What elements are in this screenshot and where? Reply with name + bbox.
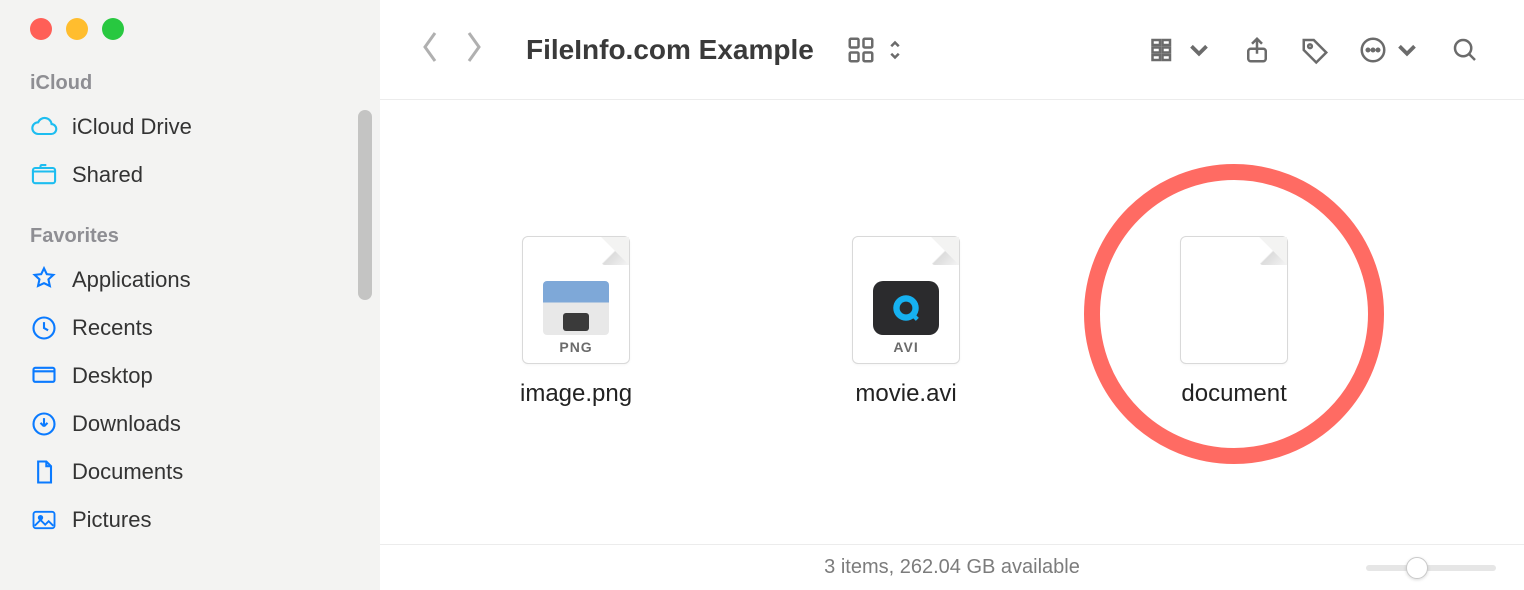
- minimize-window-button[interactable]: [66, 18, 88, 40]
- action-menu-button[interactable]: [1344, 35, 1436, 65]
- pictures-icon: [30, 506, 58, 534]
- sidebar-item-applications[interactable]: Applications: [0, 256, 380, 304]
- sidebar: iCloud iCloud Drive Shared Favorites App…: [0, 0, 380, 590]
- shared-folder-icon: [30, 161, 58, 189]
- group-icon: [1150, 35, 1180, 65]
- folder-title: FileInfo.com Example: [526, 34, 814, 66]
- status-bar: 3 items, 262.04 GB available: [380, 544, 1524, 590]
- sidebar-section-label-favorites: Favorites: [0, 217, 380, 256]
- file-item-movie[interactable]: AVI movie.avi: [852, 236, 960, 408]
- quicktime-thumbnail-icon: [873, 281, 939, 335]
- cloud-icon: [30, 113, 58, 141]
- sidebar-item-pictures[interactable]: Pictures: [0, 496, 380, 544]
- sidebar-item-label: Downloads: [72, 411, 181, 437]
- status-text: 3 items, 262.04 GB available: [824, 556, 1080, 579]
- chevron-right-icon: [460, 27, 486, 67]
- documents-icon: [30, 458, 58, 486]
- file-item-document[interactable]: document: [1180, 236, 1288, 408]
- toolbar: FileInfo.com Example: [380, 0, 1524, 100]
- window-controls: [0, 18, 380, 64]
- chevron-down-icon: [1184, 35, 1214, 65]
- file-item-image[interactable]: PNG image.png: [520, 236, 632, 408]
- group-by-button[interactable]: [1136, 35, 1228, 65]
- downloads-icon: [30, 410, 58, 438]
- back-button[interactable]: [410, 27, 452, 72]
- file-icon-png: PNG: [522, 236, 630, 364]
- sidebar-item-desktop[interactable]: Desktop: [0, 352, 380, 400]
- tags-button[interactable]: [1286, 35, 1344, 65]
- file-icon-blank: [1180, 236, 1288, 364]
- share-icon: [1242, 35, 1272, 65]
- preview-thumbnail-icon: [543, 281, 609, 335]
- file-grid[interactable]: PNG image.png AVI movie.avi docume: [380, 100, 1524, 544]
- grid-view-icon: [846, 35, 876, 65]
- ellipsis-circle-icon: [1358, 35, 1388, 65]
- main-panel: FileInfo.com Example: [380, 0, 1524, 590]
- sidebar-scrollbar[interactable]: [358, 110, 372, 300]
- close-window-button[interactable]: [30, 18, 52, 40]
- file-type-badge: AVI: [893, 339, 918, 363]
- sidebar-item-downloads[interactable]: Downloads: [0, 400, 380, 448]
- file-type-badge: PNG: [559, 339, 592, 363]
- chevron-down-icon: [1392, 35, 1422, 65]
- share-button[interactable]: [1228, 35, 1286, 65]
- sidebar-item-label: Applications: [72, 267, 191, 293]
- recents-icon: [30, 314, 58, 342]
- view-options-button[interactable]: [832, 35, 924, 65]
- icon-size-slider[interactable]: [1366, 565, 1496, 571]
- sidebar-item-label: Recents: [72, 315, 153, 341]
- sidebar-item-documents[interactable]: Documents: [0, 448, 380, 496]
- applications-icon: [30, 266, 58, 294]
- desktop-icon: [30, 362, 58, 390]
- sidebar-item-recents[interactable]: Recents: [0, 304, 380, 352]
- file-name-label: document: [1181, 380, 1286, 408]
- sidebar-item-label: Desktop: [72, 363, 153, 389]
- sidebar-item-shared[interactable]: Shared: [0, 151, 380, 199]
- up-down-chevron-icon: [880, 35, 910, 65]
- forward-button[interactable]: [452, 27, 494, 72]
- chevron-left-icon: [418, 27, 444, 67]
- maximize-window-button[interactable]: [102, 18, 124, 40]
- file-icon-avi: AVI: [852, 236, 960, 364]
- tag-icon: [1300, 35, 1330, 65]
- sidebar-section-label-icloud: iCloud: [0, 64, 380, 103]
- search-icon: [1450, 35, 1480, 65]
- sidebar-item-icloud-drive[interactable]: iCloud Drive: [0, 103, 380, 151]
- slider-thumb[interactable]: [1406, 557, 1428, 579]
- sidebar-item-label: Documents: [72, 459, 183, 485]
- sidebar-item-label: Pictures: [72, 507, 151, 533]
- search-button[interactable]: [1436, 35, 1494, 65]
- sidebar-item-label: Shared: [72, 162, 143, 188]
- sidebar-item-label: iCloud Drive: [72, 114, 192, 140]
- file-name-label: movie.avi: [855, 380, 956, 408]
- file-name-label: image.png: [520, 380, 632, 408]
